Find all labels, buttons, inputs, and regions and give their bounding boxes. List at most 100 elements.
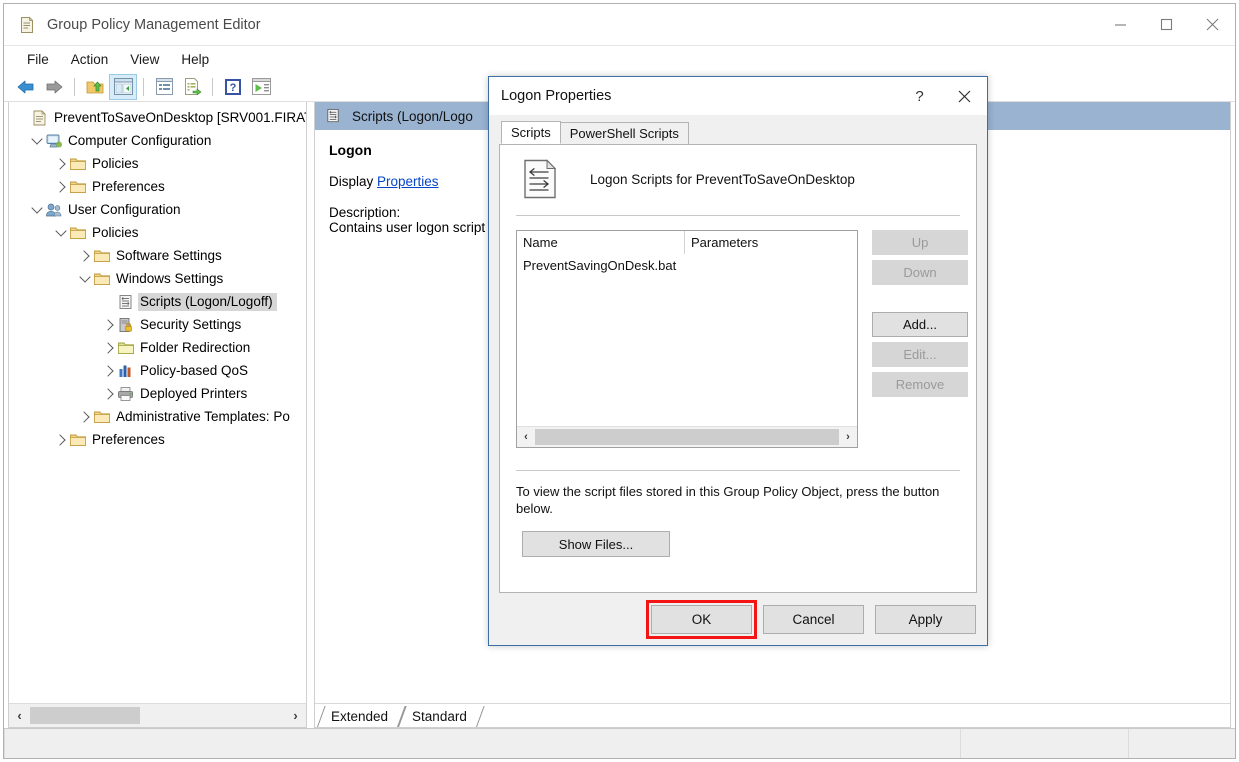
script-name-cell: PreventSavingOnDesk.bat xyxy=(523,257,677,273)
properties-button[interactable] xyxy=(150,74,178,100)
column-header-parameters[interactable]: Parameters xyxy=(685,231,857,254)
scripts-listbox[interactable]: Name Parameters PreventSavingOnDesk.bat … xyxy=(516,230,858,448)
scripts-icon xyxy=(117,294,135,310)
tree-item-administrative-templates[interactable]: Administrative Templates: Po xyxy=(9,405,306,428)
add-script-button[interactable]: Add... xyxy=(872,312,968,337)
dialog-footer: OK Cancel Apply xyxy=(489,593,987,645)
tree-horizontal-scrollbar[interactable]: ‹ › xyxy=(9,703,306,727)
close-button[interactable] xyxy=(1189,4,1235,45)
dialog-body: Scripts PowerShell Scripts Logon Scripts… xyxy=(489,115,987,593)
scroll-right-arrow-icon[interactable]: › xyxy=(839,428,857,446)
tree-item-scripts-logon-logoff[interactable]: Scripts (Logon/Logoff) xyxy=(9,290,306,313)
dialog-tab-strip: Scripts PowerShell Scripts xyxy=(499,121,977,144)
folder-icon xyxy=(69,179,87,195)
tree-item-preventtosaveondesktop[interactable]: PreventToSaveOnDesktop [SRV001.FIRAT xyxy=(9,106,306,129)
move-down-button[interactable]: Down xyxy=(872,260,968,285)
twisty-collapsed[interactable] xyxy=(53,433,69,446)
twisty-collapsed[interactable] xyxy=(53,180,69,193)
ok-button[interactable]: OK xyxy=(646,599,757,639)
scroll-left-arrow-icon[interactable]: ‹ xyxy=(517,428,535,446)
tree-item-user-configuration[interactable]: User Configuration xyxy=(9,198,306,221)
scrollbar-thumb[interactable] xyxy=(30,707,140,724)
twisty-expanded[interactable] xyxy=(53,225,69,237)
menu-action[interactable]: Action xyxy=(60,49,120,70)
scrollbar-thumb[interactable] xyxy=(535,429,839,445)
tree-item-computer-policies[interactable]: Policies xyxy=(9,152,306,175)
show-files-button[interactable]: Show Files... xyxy=(522,531,670,557)
tree-item-label: Policies xyxy=(92,156,139,171)
tree-item-label: Preferences xyxy=(92,432,165,447)
gpo-document-icon xyxy=(31,109,49,126)
tree-scroll-area[interactable]: PreventToSaveOnDesktop [SRV001.FIRAT Com… xyxy=(9,102,306,703)
scroll-left-arrow-icon[interactable]: ‹ xyxy=(9,705,30,726)
scroll-right-arrow-icon[interactable]: › xyxy=(285,705,306,726)
menu-bar: File Action View Help xyxy=(4,45,1235,72)
tree-item-user-preferences[interactable]: Preferences xyxy=(9,428,306,451)
printer-icon xyxy=(117,386,135,402)
twisty-collapsed[interactable] xyxy=(101,387,117,400)
menu-file[interactable]: File xyxy=(16,49,60,70)
twisty-collapsed[interactable] xyxy=(101,318,117,331)
folder-icon xyxy=(93,271,111,287)
window-controls xyxy=(1097,4,1235,45)
dialog-title-buttons: ? xyxy=(897,77,987,115)
export-list-button[interactable] xyxy=(178,74,206,100)
help-button[interactable]: ? xyxy=(219,74,247,100)
maximize-button[interactable] xyxy=(1143,4,1189,45)
details-pane-tabs: Extended Standard xyxy=(315,703,1230,727)
table-row[interactable]: PreventSavingOnDesk.bat xyxy=(517,254,857,276)
divider xyxy=(516,215,960,216)
twisty-collapsed[interactable] xyxy=(101,364,117,377)
twisty-collapsed[interactable] xyxy=(101,341,117,354)
tree-item-software-settings[interactable]: Software Settings xyxy=(9,244,306,267)
menu-help[interactable]: Help xyxy=(170,49,220,70)
tree-item-deployed-printers[interactable]: Deployed Printers xyxy=(9,382,306,405)
twisty-expanded[interactable] xyxy=(77,271,93,283)
properties-link[interactable]: Properties xyxy=(377,174,439,189)
bar-chart-icon xyxy=(117,363,135,379)
tree-item-folder-redirection[interactable]: Folder Redirection xyxy=(9,336,306,359)
scripts-tab-panel: Logon Scripts for PreventToSaveOnDesktop… xyxy=(499,144,977,593)
twisty-collapsed[interactable] xyxy=(77,410,93,423)
users-icon xyxy=(45,202,63,218)
scrollbar-track[interactable] xyxy=(535,428,839,446)
tree-item-security-settings[interactable]: Security Settings xyxy=(9,313,306,336)
remove-script-button[interactable]: Remove xyxy=(872,372,968,397)
scrollbar-track[interactable] xyxy=(30,705,285,726)
folder-icon xyxy=(93,409,111,425)
show-hide-tree-button[interactable] xyxy=(109,73,137,100)
twisty-collapsed[interactable] xyxy=(77,249,93,262)
twisty-collapsed[interactable] xyxy=(53,157,69,170)
minimize-button[interactable] xyxy=(1097,4,1143,45)
dialog-close-button[interactable] xyxy=(942,77,987,115)
up-one-level-button[interactable] xyxy=(81,74,109,100)
tab-standard[interactable]: Standard xyxy=(398,705,477,727)
tab-powershell-scripts[interactable]: PowerShell Scripts xyxy=(559,122,689,144)
listbox-header: Name Parameters xyxy=(517,231,857,254)
tree-item-computer-configuration[interactable]: Computer Configuration xyxy=(9,129,306,152)
show-action-pane-button[interactable] xyxy=(247,74,275,100)
svg-text:?: ? xyxy=(230,82,237,94)
tree-item-computer-preferences[interactable]: Preferences xyxy=(9,175,306,198)
tree-item-label: Policies xyxy=(92,225,139,240)
back-button[interactable] xyxy=(12,74,40,100)
edit-script-button[interactable]: Edit... xyxy=(872,342,968,367)
cancel-button[interactable]: Cancel xyxy=(763,604,864,634)
window-title: Group Policy Management Editor xyxy=(47,16,261,33)
tab-extended[interactable]: Extended xyxy=(317,705,398,727)
dialog-help-button[interactable]: ? xyxy=(897,77,942,115)
menu-view[interactable]: View xyxy=(119,49,170,70)
folder-icon xyxy=(93,248,111,264)
move-up-button[interactable]: Up xyxy=(872,230,968,255)
tree-item-windows-settings[interactable]: Windows Settings xyxy=(9,267,306,290)
tab-scripts[interactable]: Scripts xyxy=(501,121,561,144)
status-segment-3 xyxy=(1129,729,1235,758)
tree-item-user-policies[interactable]: Policies xyxy=(9,221,306,244)
twisty-expanded[interactable] xyxy=(29,202,45,214)
twisty-expanded[interactable] xyxy=(29,133,45,145)
listbox-horizontal-scrollbar[interactable]: ‹ › xyxy=(517,426,857,447)
forward-button[interactable] xyxy=(40,74,68,100)
column-header-name[interactable]: Name xyxy=(517,231,685,254)
apply-button[interactable]: Apply xyxy=(875,604,976,634)
tree-item-policy-based-qos[interactable]: Policy-based QoS xyxy=(9,359,306,382)
